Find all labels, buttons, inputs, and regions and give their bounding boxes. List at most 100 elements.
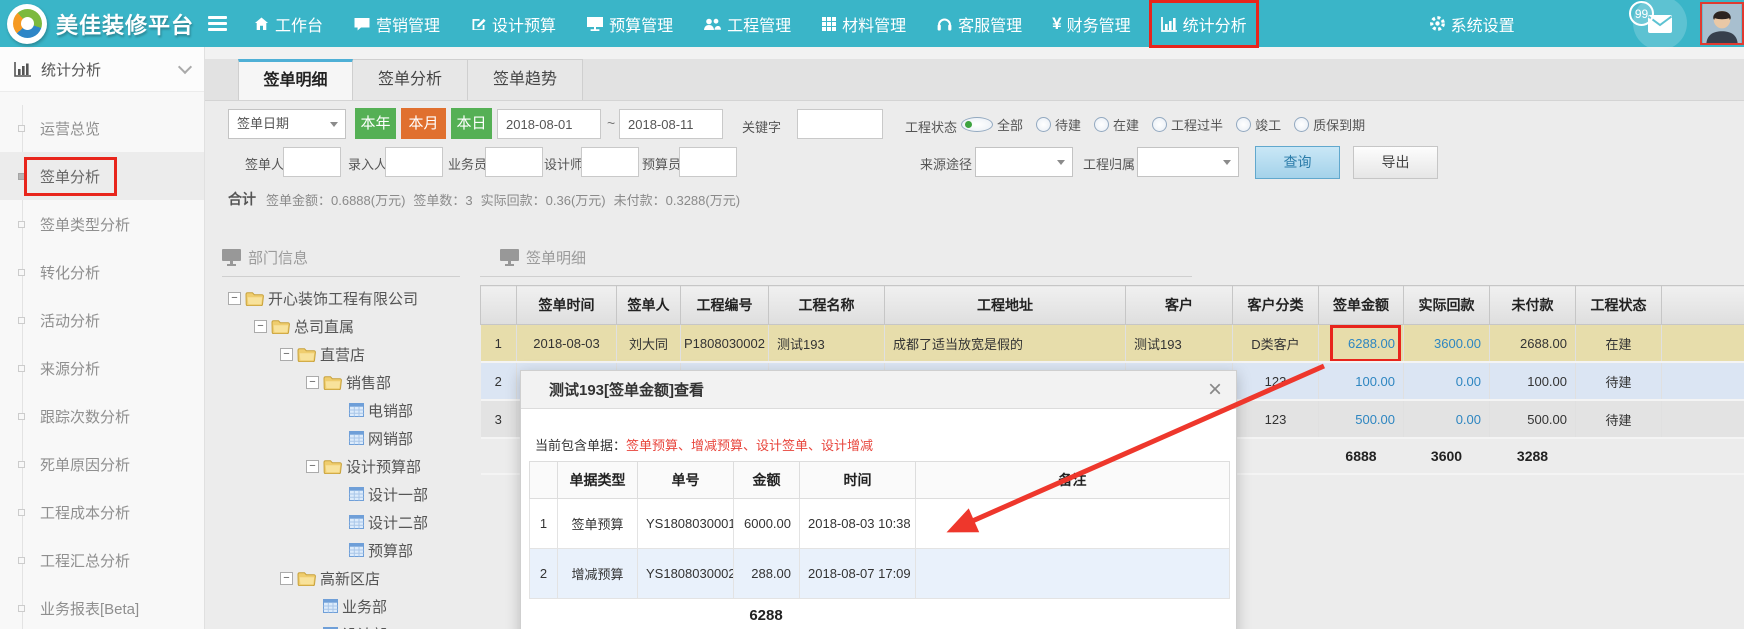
- sidebar-item-6[interactable]: 来源分析: [0, 344, 204, 392]
- filter-label-2: 录入人: [348, 154, 387, 173]
- status-radio-6[interactable]: 质保到期: [1294, 115, 1365, 134]
- nav-item-chart[interactable]: 统计分析: [1160, 9, 1248, 39]
- modal-table-row[interactable]: 2增减预算YS1808030002288.002018-08-07 17:09: [530, 549, 1230, 599]
- modal-table-row[interactable]: 1签单预算YS18080300016000.002018-08-03 10:38: [530, 499, 1230, 549]
- tree-expander-icon[interactable]: −: [306, 460, 319, 473]
- tab-3[interactable]: 签单趋势: [468, 59, 583, 100]
- monitor-icon: [222, 249, 241, 266]
- table-row[interactable]: 12018-08-03刘大同P1808030002测试193成都了适当放宽是假的…: [481, 325, 1744, 363]
- source-select[interactable]: [975, 147, 1073, 177]
- cell: D类客户: [1233, 325, 1319, 363]
- tree-node-10[interactable]: 预算部: [222, 536, 478, 564]
- menu-toggle-icon[interactable]: [208, 13, 227, 34]
- tree-node-6[interactable]: 网销部: [222, 424, 478, 452]
- tree-expander-icon[interactable]: −: [254, 320, 267, 333]
- tree-node-1[interactable]: −开心装饰工程有限公司: [222, 284, 478, 312]
- sidebar-item-9[interactable]: 工程成本分析: [0, 488, 204, 536]
- tab-2[interactable]: 签单分析: [353, 59, 468, 100]
- quick-date-button-1[interactable]: 本年: [355, 108, 396, 139]
- nav-item-yen[interactable]: ¥财务管理: [1051, 9, 1131, 39]
- tree-node-13[interactable]: 设计部: [222, 620, 478, 629]
- col-4[interactable]: 工程名称: [769, 286, 885, 325]
- sidebar-item-11[interactable]: 业务报表[Beta]: [0, 584, 204, 629]
- status-radio-1[interactable]: 全部: [961, 115, 1023, 134]
- tree-node-12[interactable]: 业务部: [222, 592, 478, 620]
- tree-expander-icon[interactable]: −: [280, 348, 293, 361]
- cell[interactable]: 0.00: [1404, 362, 1490, 400]
- cell[interactable]: 100.00: [1319, 362, 1404, 400]
- folder-icon: [271, 319, 290, 334]
- col-5[interactable]: 工程地址: [885, 286, 1126, 325]
- col-7[interactable]: 客户分类: [1233, 286, 1319, 325]
- sidebar-item-7[interactable]: 跟踪次数分析: [0, 392, 204, 440]
- status-radio-5[interactable]: 竣工: [1236, 115, 1281, 134]
- tree-node-8[interactable]: 设计一部: [222, 480, 478, 508]
- nav-item-chat[interactable]: 营销管理: [352, 9, 441, 39]
- filter-input-5[interactable]: [679, 147, 737, 177]
- cell[interactable]: 3600.00: [1404, 325, 1490, 363]
- tree-node-2[interactable]: −总司直属: [222, 312, 478, 340]
- modal-col-4: 时间: [800, 462, 916, 499]
- tree-node-11[interactable]: − 高新区店: [222, 564, 478, 592]
- col-9[interactable]: 实际回款: [1404, 286, 1490, 325]
- close-icon[interactable]: ×: [1208, 380, 1222, 400]
- filter-input-3[interactable]: [485, 147, 543, 177]
- sidebar-item-4[interactable]: 转化分析: [0, 248, 204, 296]
- tree-node-5[interactable]: 电销部: [222, 396, 478, 424]
- date-from-input[interactable]: 2018-08-01: [497, 109, 601, 139]
- sidebar-item-2[interactable]: 签单分析: [0, 152, 204, 200]
- filter-input-2[interactable]: [385, 147, 443, 177]
- annotated-amount[interactable]: 6288.00: [1348, 336, 1395, 351]
- cell[interactable]: 500.00: [1319, 400, 1404, 438]
- sidebar-item-8[interactable]: 死单原因分析: [0, 440, 204, 488]
- nav-item-monitor[interactable]: 预算管理: [585, 9, 674, 39]
- table-icon: [349, 543, 364, 557]
- status-radio-2[interactable]: 待建: [1036, 115, 1081, 134]
- quick-date-button-3[interactable]: 本日: [451, 108, 492, 139]
- status-radio-3[interactable]: 在建: [1094, 115, 1139, 134]
- cell[interactable]: 6288.00: [1319, 325, 1404, 363]
- nav-item-gear[interactable]: 系统设置: [1428, 9, 1516, 39]
- tree-expander-icon[interactable]: −: [228, 292, 241, 305]
- sidebar-item-1[interactable]: 运营总览: [0, 104, 204, 152]
- cell[interactable]: 0.00: [1404, 400, 1490, 438]
- quick-date-button-2[interactable]: 本月: [401, 108, 446, 139]
- sidebar-item-3[interactable]: 签单类型分析: [0, 200, 204, 248]
- col-3[interactable]: 工程编号: [681, 286, 769, 325]
- ownership-select[interactable]: [1137, 147, 1239, 177]
- date-type-select[interactable]: 签单日期: [228, 109, 346, 139]
- filter-input-4[interactable]: [581, 147, 639, 177]
- sidebar-item-5[interactable]: 活动分析: [0, 296, 204, 344]
- col-10[interactable]: 未付款: [1490, 286, 1576, 325]
- tree-expander-icon[interactable]: −: [280, 572, 293, 585]
- col-6[interactable]: 客户: [1126, 286, 1233, 325]
- messages-button[interactable]: 99: [1632, 0, 1688, 47]
- tree-node-label: 高新区店: [320, 568, 380, 589]
- export-button[interactable]: 导出: [1353, 146, 1438, 179]
- col-11[interactable]: 工程状态: [1576, 286, 1662, 325]
- sidebar-section-header[interactable]: 统计分析: [0, 47, 204, 92]
- status-radio-4[interactable]: 工程过半: [1152, 115, 1223, 134]
- tree-expander-icon[interactable]: −: [306, 376, 319, 389]
- filter-label-4: 设计师: [544, 154, 583, 173]
- nav-item-home[interactable]: 工作台: [252, 9, 324, 39]
- tree-node-9[interactable]: 设计二部: [222, 508, 478, 536]
- nav-item-headset[interactable]: 客服管理: [935, 9, 1023, 39]
- tree-node-3[interactable]: −直营店: [222, 340, 478, 368]
- cell: P1808030002: [681, 325, 769, 363]
- tab-1[interactable]: 签单明细: [238, 59, 353, 100]
- col-8[interactable]: 签单金额: [1319, 286, 1404, 325]
- nav-item-users[interactable]: 工程管理: [702, 9, 792, 39]
- nav-item-grid[interactable]: 材料管理: [820, 9, 907, 39]
- sidebar-item-10[interactable]: 工程汇总分析: [0, 536, 204, 584]
- col-2[interactable]: 签单人: [617, 286, 681, 325]
- tree-node-7[interactable]: −设计预算部: [222, 452, 478, 480]
- avatar[interactable]: [1700, 2, 1744, 45]
- nav-item-edit[interactable]: 设计预算: [469, 9, 557, 39]
- search-button[interactable]: 查询: [1255, 146, 1340, 179]
- date-to-input[interactable]: 2018-08-11: [619, 109, 723, 139]
- tree-node-4[interactable]: −销售部: [222, 368, 478, 396]
- keyword-input[interactable]: [797, 109, 883, 139]
- filter-input-1[interactable]: [283, 147, 341, 177]
- col-1[interactable]: 签单时间: [517, 286, 617, 325]
